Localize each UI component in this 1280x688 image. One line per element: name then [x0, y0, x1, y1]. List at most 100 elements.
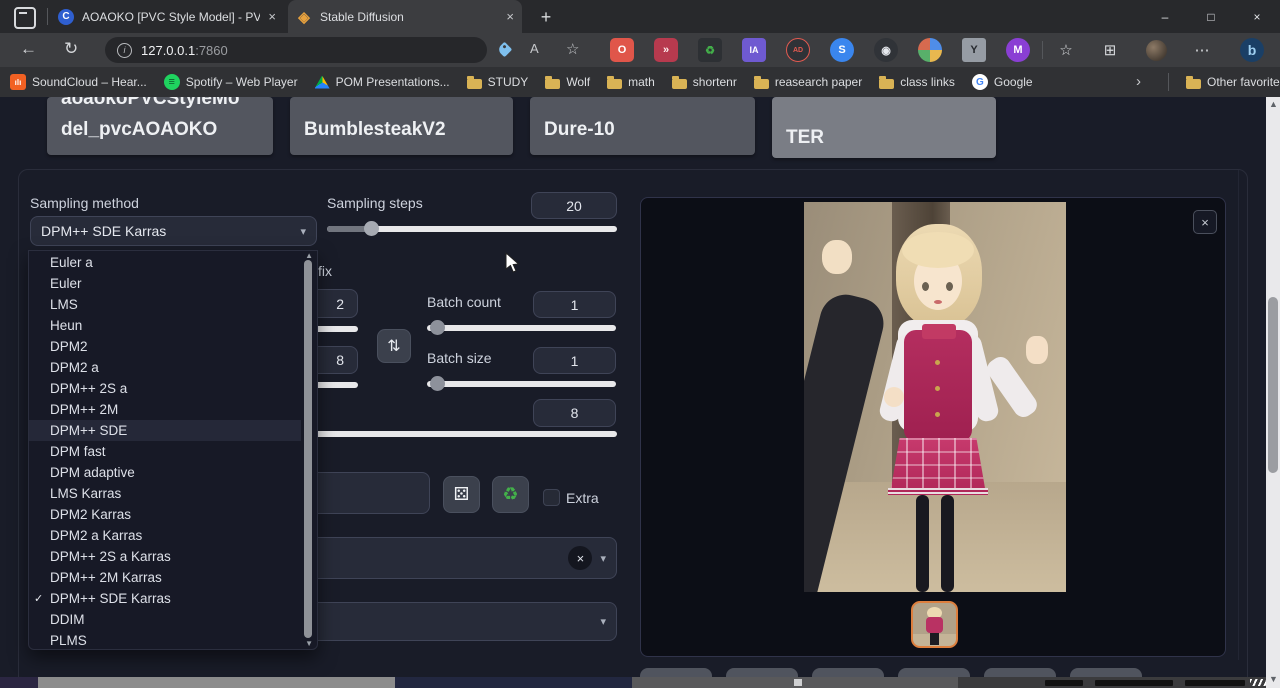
- tab-close-icon[interactable]: ×: [506, 9, 514, 24]
- cfg-scale-input[interactable]: 8: [533, 399, 616, 427]
- shazam-extension-icon[interactable]: S: [830, 38, 854, 62]
- vertical-scrollbar-thumb[interactable]: [1268, 297, 1278, 473]
- green-bin-extension-icon[interactable]: ♻: [698, 38, 722, 62]
- slider-handle[interactable]: [364, 221, 379, 236]
- bookmarks-overflow-chevron[interactable]: ›: [1136, 73, 1141, 90]
- reuse-seed-button[interactable]: ♻: [492, 476, 529, 513]
- swap-dimensions-button[interactable]: ⇅: [377, 329, 411, 363]
- scrollbar-up-icon[interactable]: ▲: [1269, 99, 1278, 109]
- window-close-button[interactable]: ×: [1234, 0, 1280, 33]
- sampler-option[interactable]: ✓ DPM++ 2S a Karras: [29, 546, 301, 567]
- adblock-extension-icon[interactable]: AD: [786, 38, 810, 62]
- sampler-option[interactable]: ✓ DPM++ SDE: [29, 420, 301, 441]
- image-button2: [935, 386, 940, 391]
- sampler-option[interactable]: ✓ DPM2 a Karras: [29, 525, 301, 546]
- checkpoint-card-aoaoko[interactable]: aoaokoPVCStyleMo del_pvcAOAOKO: [47, 97, 273, 155]
- tab-favicon: ◈: [296, 9, 312, 25]
- bookmark-icon: [879, 79, 894, 89]
- sampling-steps-input[interactable]: 20: [531, 192, 617, 219]
- more-menu-icon[interactable]: ⋯: [1190, 38, 1214, 62]
- sampler-option[interactable]: ✓ DPM adaptive: [29, 462, 301, 483]
- sampler-option[interactable]: ✓ PLMS: [29, 630, 301, 651]
- sampler-option[interactable]: ✓ Heun: [29, 315, 301, 336]
- scroll-down-icon[interactable]: ▼: [305, 639, 313, 648]
- new-tab-button[interactable]: +: [534, 5, 558, 29]
- bookmark-item[interactable]: Wolf: [545, 75, 590, 89]
- add-favorite-star-icon[interactable]: ☆: [566, 40, 579, 58]
- red-o-extension-icon[interactable]: O: [610, 38, 634, 62]
- read-aloud-icon[interactable]: A: [530, 41, 539, 56]
- address-bar[interactable]: i 127.0.0.1 :7860: [105, 37, 487, 63]
- sampler-option[interactable]: ✓ DPM++ 2S a: [29, 378, 301, 399]
- y-extension-icon[interactable]: Y: [962, 38, 986, 62]
- slider-handle[interactable]: [430, 376, 445, 391]
- profile-avatar[interactable]: [1146, 40, 1167, 61]
- back-button[interactable]: ←: [20, 39, 37, 59]
- site-info-icon[interactable]: i: [117, 43, 132, 58]
- sampler-option[interactable]: ✓ LMS: [29, 294, 301, 315]
- bing-icon[interactable]: b: [1240, 38, 1264, 62]
- sampling-steps-label: Sampling steps: [327, 195, 423, 211]
- bookmark-item[interactable]: Spotify – Web Player: [164, 74, 298, 90]
- sampler-option[interactable]: ✓ DPM2 a: [29, 357, 301, 378]
- gallery-close-button[interactable]: ×: [1193, 210, 1217, 234]
- sampler-option[interactable]: ✓ Euler a: [29, 252, 301, 273]
- batch-count-input[interactable]: 1: [533, 291, 616, 318]
- m-extension-icon[interactable]: M: [1006, 38, 1030, 62]
- slider-handle[interactable]: [430, 320, 445, 335]
- sampling-method-select[interactable]: DPM++ SDE Karras ▾: [30, 216, 317, 246]
- ia-extension-icon[interactable]: IA: [742, 38, 766, 62]
- generated-image[interactable]: [804, 202, 1066, 592]
- sampler-option[interactable]: ✓ DPM++ SDE Karras: [29, 588, 301, 609]
- scrollbar-down-icon[interactable]: ▼: [1269, 674, 1278, 684]
- checkpoint-card-dure[interactable]: Dure-10: [530, 97, 755, 155]
- refresh-button[interactable]: ↻: [64, 39, 78, 59]
- sampler-option[interactable]: ✓ DDIM: [29, 609, 301, 630]
- bookmark-item[interactable]: math: [607, 75, 655, 89]
- sampler-option[interactable]: ✓ DPM++ 2M Karras: [29, 567, 301, 588]
- close-icon: ×: [577, 551, 585, 566]
- favorites-list-icon[interactable]: ☆: [1054, 38, 1078, 62]
- globe-extension-icon[interactable]: [918, 38, 942, 62]
- other-favorites-button[interactable]: Other favorites: [1186, 67, 1280, 97]
- browser-tab-stable-diffusion[interactable]: ◈ Stable Diffusion ×: [288, 0, 522, 33]
- image-leg-left: [916, 495, 929, 592]
- bookmark-item[interactable]: Google: [972, 74, 1033, 90]
- video-speed-extension-icon[interactable]: »: [654, 38, 678, 62]
- sampler-option[interactable]: ✓ DPM2: [29, 336, 301, 357]
- checkpoint-card-bumblesteak[interactable]: BumblesteakV2: [290, 97, 513, 155]
- bookmark-item[interactable]: reasearch paper: [754, 75, 862, 89]
- browser-tab-civitai[interactable]: C AOAOKO [PVC Style Model] - PV ×: [50, 0, 284, 33]
- bookmark-item[interactable]: SoundCloud – Hear...: [10, 74, 147, 90]
- sampler-option[interactable]: ✓ DPM++ 2M: [29, 399, 301, 420]
- sampler-option[interactable]: ✓ DPM fast: [29, 441, 301, 462]
- bookmark-icon: [972, 74, 988, 90]
- gallery-thumbnail-selected[interactable]: [911, 601, 958, 648]
- sampler-option[interactable]: ✓ Euler: [29, 273, 301, 294]
- extra-seed-checkbox[interactable]: [543, 489, 560, 506]
- sampling-steps-slider[interactable]: [327, 226, 617, 232]
- random-seed-button[interactable]: ⚄: [443, 476, 480, 513]
- minimize-button[interactable]: –: [1142, 0, 1188, 33]
- bookmark-item[interactable]: class links: [879, 75, 955, 89]
- sampler-option[interactable]: ✓ DPM2 Karras: [29, 504, 301, 525]
- tab-actions-button[interactable]: [14, 7, 36, 29]
- map-pin-extension-icon[interactable]: ◉: [874, 38, 898, 62]
- checkpoint-card-ter[interactable]: TER: [772, 97, 996, 158]
- batch-size-input[interactable]: 1: [533, 347, 616, 374]
- tab-close-icon[interactable]: ×: [268, 9, 276, 24]
- collections-icon[interactable]: ⊞: [1098, 38, 1122, 62]
- hires-fix-label-partial[interactable]: fix: [318, 263, 332, 279]
- horizontal-scrollbar-thumb[interactable]: [38, 677, 395, 688]
- batch-count-slider[interactable]: [427, 325, 616, 331]
- maximize-button[interactable]: □: [1188, 0, 1234, 33]
- bookmark-item[interactable]: STUDY: [467, 75, 529, 89]
- dropdown-scrollbar[interactable]: [304, 260, 312, 638]
- bookmark-item[interactable]: POM Presentations...: [315, 75, 450, 89]
- bookmark-icon: [754, 79, 769, 89]
- scroll-up-icon[interactable]: ▲: [305, 251, 313, 260]
- bookmark-item[interactable]: shortenr: [672, 75, 737, 89]
- sampler-option[interactable]: ✓ LMS Karras: [29, 483, 301, 504]
- batch-size-slider[interactable]: [427, 381, 616, 387]
- clear-styles-button[interactable]: ×: [568, 546, 592, 570]
